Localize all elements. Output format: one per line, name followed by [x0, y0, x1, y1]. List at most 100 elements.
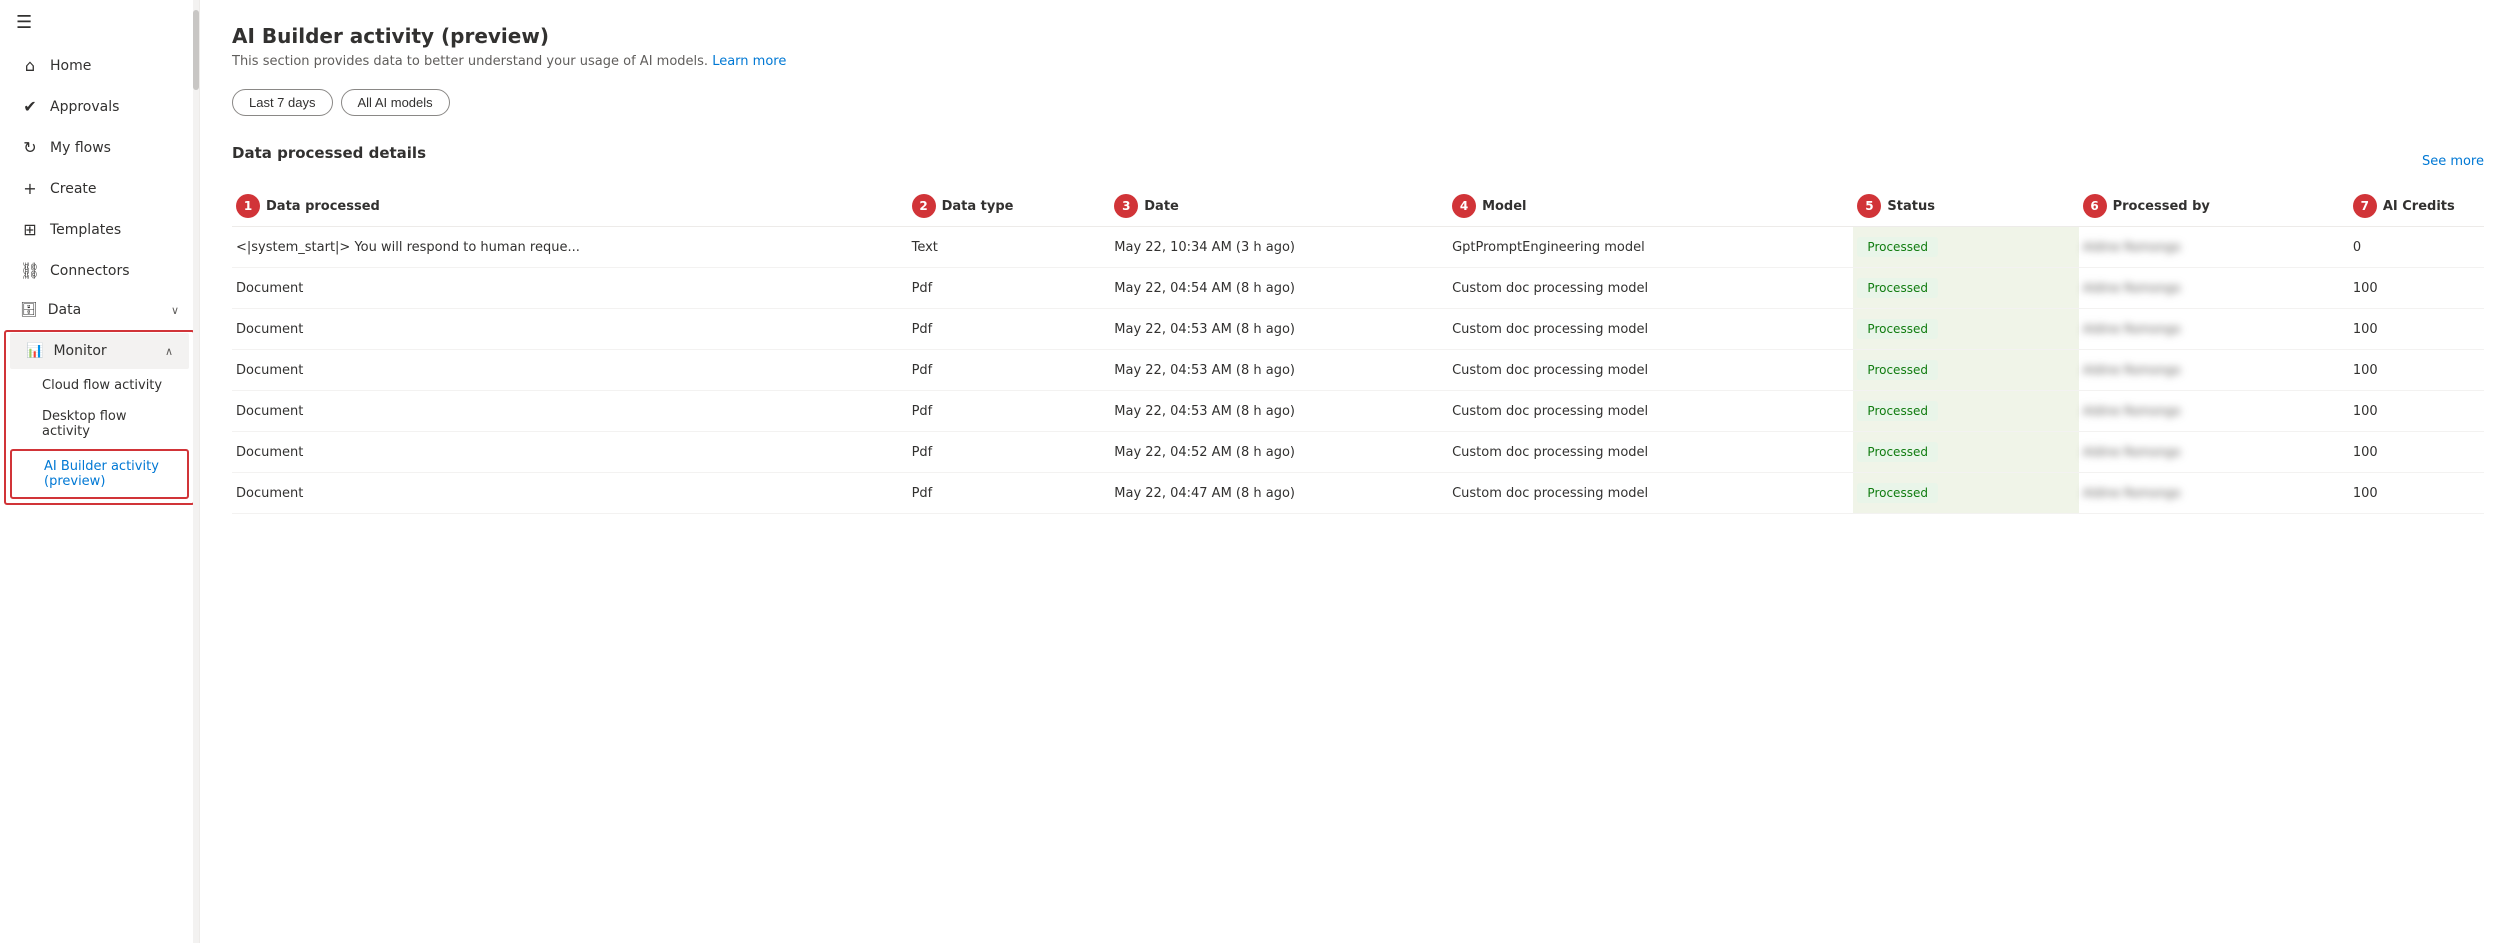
- table-row[interactable]: Document Pdf May 22, 04:52 AM (8 h ago) …: [232, 432, 2484, 473]
- cell-ai-credits: 100: [2349, 350, 2484, 391]
- cell-data-type: Text: [908, 227, 1111, 268]
- sidebar-item-monitor[interactable]: 📊 Monitor ∧: [10, 333, 189, 369]
- cell-data-processed: Document: [232, 432, 908, 473]
- col-header-processed-by: 6 Processed by: [2079, 186, 2349, 227]
- see-more-link[interactable]: See more: [2422, 154, 2484, 169]
- col-badge-3: 3: [1114, 194, 1138, 218]
- page-subtitle: This section provides data to better und…: [232, 54, 2484, 69]
- col-badge-2: 2: [912, 194, 936, 218]
- cell-data-type: Pdf: [908, 432, 1111, 473]
- sidebar-item-templates[interactable]: ⊞ Templates: [4, 210, 195, 249]
- cell-data-type: Pdf: [908, 309, 1111, 350]
- table-row[interactable]: Document Pdf May 22, 04:53 AM (8 h ago) …: [232, 391, 2484, 432]
- scrollbar-thumb: [193, 10, 199, 90]
- cell-status: Processed: [1853, 227, 2078, 268]
- table-row[interactable]: <|system_start|> You will respond to hum…: [232, 227, 2484, 268]
- sidebar-subitem-label: Cloud flow activity: [42, 378, 162, 393]
- filter-all-ai-models[interactable]: All AI models: [341, 89, 450, 116]
- cell-date: May 22, 10:34 AM (3 h ago): [1110, 227, 1448, 268]
- cell-model: Custom doc processing model: [1448, 268, 1853, 309]
- sidebar-subitem-cloud-flow-activity[interactable]: Cloud flow activity: [6, 370, 193, 401]
- cell-data-type: Pdf: [908, 473, 1111, 514]
- data-table: 1 Data processed 2 Data type 3 Date: [232, 186, 2484, 514]
- table-header-row: 1 Data processed 2 Data type 3 Date: [232, 186, 2484, 227]
- sidebar-item-label: Home: [50, 58, 91, 74]
- sidebar-subitem-ai-builder-activity[interactable]: AI Builder activity(preview): [12, 451, 187, 497]
- sidebar-item-home[interactable]: ⌂ Home: [4, 46, 195, 85]
- hamburger-icon[interactable]: ☰: [16, 12, 32, 33]
- cell-model: Custom doc processing model: [1448, 309, 1853, 350]
- cell-processed-by: Aldine Romongo: [2079, 391, 2349, 432]
- cell-data-type: Pdf: [908, 268, 1111, 309]
- table-row[interactable]: Document Pdf May 22, 04:47 AM (8 h ago) …: [232, 473, 2484, 514]
- connectors-icon: ⛓: [20, 261, 40, 280]
- data-icon: 🗄: [20, 302, 38, 318]
- table-row[interactable]: Document Pdf May 22, 04:53 AM (8 h ago) …: [232, 350, 2484, 391]
- cell-data-type: Pdf: [908, 350, 1111, 391]
- status-badge: Processed: [1857, 442, 1938, 462]
- cell-date: May 22, 04:53 AM (8 h ago): [1110, 350, 1448, 391]
- status-badge: Processed: [1857, 483, 1938, 503]
- cell-status: Processed: [1853, 350, 2078, 391]
- sidebar-scrollbar[interactable]: [193, 0, 199, 943]
- sidebar-item-label: Create: [50, 181, 97, 197]
- main-content: AI Builder activity (preview) This secti…: [200, 0, 2516, 943]
- table-section-header: Data processed details See more: [232, 144, 2484, 178]
- cell-data-type: Pdf: [908, 391, 1111, 432]
- cell-processed-by: Aldine Romongo: [2079, 473, 2349, 514]
- cell-processed-by: Aldine Romongo: [2079, 227, 2349, 268]
- cell-model: Custom doc processing model: [1448, 473, 1853, 514]
- sidebar-subitem-desktop-flow-activity[interactable]: Desktop flow activity: [6, 401, 193, 447]
- filter-last-7-days[interactable]: Last 7 days: [232, 89, 333, 116]
- col-badge-4: 4: [1452, 194, 1476, 218]
- flows-icon: ↻: [20, 138, 40, 157]
- status-badge: Processed: [1857, 360, 1938, 380]
- sidebar: ☰ ⌂ Home ✔ Approvals ↻ My flows + Create…: [0, 0, 200, 943]
- sidebar-item-connectors[interactable]: ⛓ Connectors: [4, 251, 195, 290]
- sidebar-subitem-label: Desktop flow activity: [42, 409, 177, 439]
- cell-processed-by: Aldine Romongo: [2079, 350, 2349, 391]
- section-title: Data processed details: [232, 144, 426, 162]
- approvals-icon: ✔: [20, 97, 40, 116]
- sidebar-item-data[interactable]: 🗄 Data ∨: [4, 292, 195, 328]
- col-header-date: 3 Date: [1110, 186, 1448, 227]
- chevron-down-icon: ∨: [171, 304, 179, 317]
- cell-data-processed: <|system_start|> You will respond to hum…: [232, 227, 908, 268]
- cell-date: May 22, 04:52 AM (8 h ago): [1110, 432, 1448, 473]
- cell-status: Processed: [1853, 473, 2078, 514]
- cell-model: Custom doc processing model: [1448, 432, 1853, 473]
- sidebar-item-label: Connectors: [50, 263, 130, 279]
- cell-ai-credits: 100: [2349, 432, 2484, 473]
- status-badge: Processed: [1857, 237, 1938, 257]
- learn-more-link[interactable]: Learn more: [712, 54, 786, 69]
- create-icon: +: [20, 179, 40, 198]
- cell-date: May 22, 04:54 AM (8 h ago): [1110, 268, 1448, 309]
- cell-ai-credits: 100: [2349, 391, 2484, 432]
- cell-date: May 22, 04:53 AM (8 h ago): [1110, 391, 1448, 432]
- cell-ai-credits: 0: [2349, 227, 2484, 268]
- cell-data-processed: Document: [232, 268, 908, 309]
- cell-model: Custom doc processing model: [1448, 391, 1853, 432]
- cell-data-processed: Document: [232, 473, 908, 514]
- col-badge-5: 5: [1857, 194, 1881, 218]
- page-title: AI Builder activity (preview): [232, 24, 2484, 48]
- chevron-up-icon: ∧: [165, 345, 173, 358]
- table-row[interactable]: Document Pdf May 22, 04:54 AM (8 h ago) …: [232, 268, 2484, 309]
- cell-date: May 22, 04:47 AM (8 h ago): [1110, 473, 1448, 514]
- col-header-data-processed: 1 Data processed: [232, 186, 908, 227]
- cell-data-processed: Document: [232, 309, 908, 350]
- cell-status: Processed: [1853, 268, 2078, 309]
- table-row[interactable]: Document Pdf May 22, 04:53 AM (8 h ago) …: [232, 309, 2484, 350]
- sidebar-item-create[interactable]: + Create: [4, 169, 195, 208]
- col-badge-7: 7: [2353, 194, 2377, 218]
- col-badge-6: 6: [2083, 194, 2107, 218]
- cell-status: Processed: [1853, 432, 2078, 473]
- sidebar-item-my-flows[interactable]: ↻ My flows: [4, 128, 195, 167]
- sidebar-item-approvals[interactable]: ✔ Approvals: [4, 87, 195, 126]
- cell-data-processed: Document: [232, 391, 908, 432]
- sidebar-item-label: Monitor: [53, 343, 106, 359]
- cell-data-processed: Document: [232, 350, 908, 391]
- cell-model: Custom doc processing model: [1448, 350, 1853, 391]
- sidebar-item-label: Templates: [50, 222, 121, 238]
- cell-date: May 22, 04:53 AM (8 h ago): [1110, 309, 1448, 350]
